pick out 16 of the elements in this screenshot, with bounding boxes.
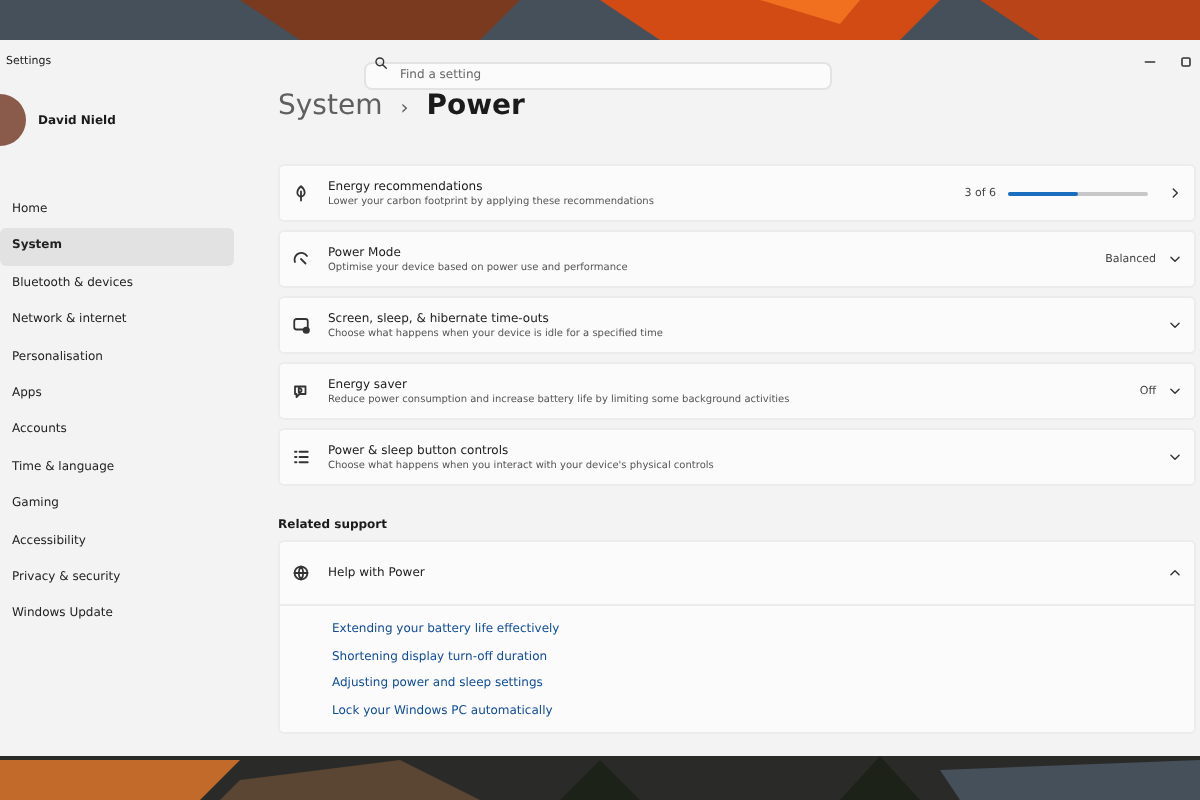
chevron-down-icon[interactable] [1168, 252, 1182, 266]
monitor-icon [292, 316, 310, 334]
chevron-down-icon[interactable] [1168, 384, 1182, 398]
globe-icon [292, 564, 310, 582]
maximize-icon[interactable] [1178, 54, 1194, 70]
avatar [0, 94, 26, 146]
gauge-icon [292, 250, 310, 268]
chevron-down-icon[interactable] [1168, 450, 1182, 464]
search-icon [374, 55, 388, 69]
page-title: Power [426, 90, 525, 122]
chevron-down-icon[interactable] [1168, 318, 1182, 332]
chevron-up-icon[interactable] [1168, 566, 1182, 580]
chevron-right-icon[interactable] [1168, 186, 1182, 200]
breadcrumb-separator: › [400, 98, 409, 120]
list-icon [292, 448, 310, 466]
breadcrumb-link[interactable]: System [278, 90, 383, 122]
